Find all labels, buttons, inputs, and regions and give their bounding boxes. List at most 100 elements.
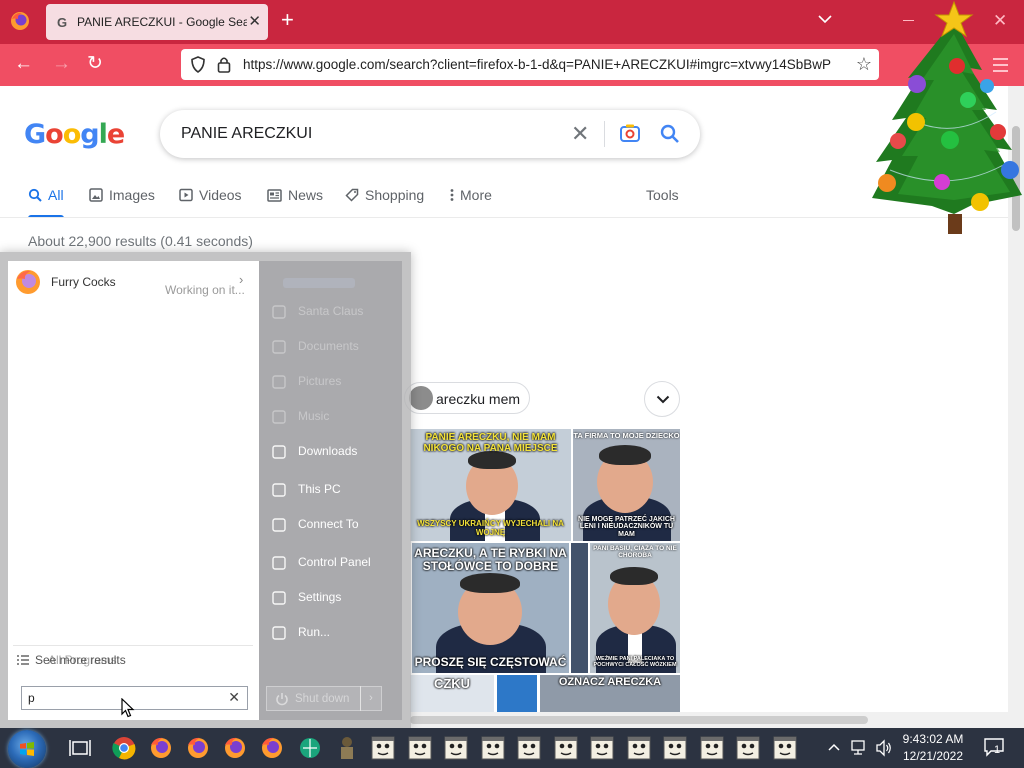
app-character-icon[interactable]	[369, 734, 397, 762]
image-result[interactable]: PANIE ARECZKU, NIE MAM NIKOGO NA PANA MI…	[410, 429, 571, 541]
image-result-strip[interactable]	[571, 543, 588, 673]
clock-date[interactable]: 12/21/2022	[898, 749, 968, 763]
new-tab-button[interactable]: +	[281, 9, 294, 31]
tab-news[interactable]: News	[267, 186, 323, 204]
chrome-icon[interactable]	[110, 734, 138, 762]
firefox-logo-icon[interactable]	[9, 10, 31, 32]
more-vert-icon	[450, 189, 454, 201]
camera-search-icon[interactable]	[619, 123, 641, 143]
task-view-icon[interactable]	[66, 734, 94, 762]
start-link-run[interactable]: Run...	[268, 620, 398, 646]
app-character-icon[interactable]	[442, 734, 470, 762]
start-link-settings[interactable]: Settings	[268, 585, 398, 611]
network-icon[interactable]	[851, 740, 869, 756]
app-character-icon[interactable]	[406, 734, 434, 762]
app-figure-icon[interactable]	[333, 734, 361, 762]
shutdown-button[interactable]: Shut down	[266, 686, 361, 711]
clear-search-icon[interactable]: ✕	[571, 121, 589, 147]
firefox-taskbar-icon[interactable]	[221, 734, 249, 762]
app-character-icon[interactable]	[698, 734, 726, 762]
image-result[interactable]	[497, 675, 537, 712]
downloads-icon	[272, 445, 286, 459]
notification-count: 1	[994, 744, 1001, 756]
meme-top-caption: OZNACZ ARECZKA	[558, 676, 662, 688]
app-character-icon[interactable]	[734, 734, 762, 762]
program-item[interactable]: Furry Cocks Working on it... ›	[13, 267, 254, 297]
result-stats: About 22,900 results (0.41 seconds)	[28, 233, 253, 249]
lock-icon[interactable]	[217, 56, 231, 73]
volume-icon[interactable]	[875, 739, 893, 757]
meme-bottom-caption: NIE MOGĘ PATRZEĆ JAKICH LENI I NIEUDACZN…	[578, 515, 675, 538]
start-link-downloads[interactable]: Downloads	[268, 439, 398, 465]
app-character-icon[interactable]	[588, 734, 616, 762]
meme-top-caption: ARECZKU, A TE RYBKI NA STOŁÓWCE TO DOBRE	[414, 546, 567, 573]
app-character-icon[interactable]	[625, 734, 653, 762]
app-character-icon[interactable]	[771, 734, 799, 762]
see-more-results-link[interactable]: All Programs See more results	[13, 652, 253, 668]
shutdown-options-arrow[interactable]: ›	[360, 686, 382, 711]
app-character-icon[interactable]	[515, 734, 543, 762]
start-link-connect-to[interactable]: Connect To	[268, 512, 398, 538]
start-menu-places-pane: Santa Claus Documents Pictures Music Downloa…	[259, 261, 402, 720]
search-input[interactable]: PANIE ARECZKUI	[181, 125, 312, 143]
show-hidden-icons-chevron-icon[interactable]	[828, 743, 840, 751]
app-character-icon[interactable]	[552, 734, 580, 762]
start-link-pictures[interactable]: Pictures	[268, 369, 398, 395]
google-logo-letter: o	[45, 119, 64, 150]
address-bar[interactable]: https://www.google.com/search?client=fir…	[181, 49, 879, 80]
tracking-shield-icon[interactable]	[190, 56, 206, 73]
firefox-taskbar-icon[interactable]	[147, 734, 175, 762]
tab-videos[interactable]: Videos	[179, 186, 242, 204]
app-character-icon[interactable]	[661, 734, 689, 762]
image-result[interactable]: OZNACZ ARECZKA	[540, 675, 680, 712]
tab-all[interactable]: All	[28, 186, 64, 218]
horizontal-scrollbar[interactable]	[410, 712, 1024, 728]
firefox-taskbar-icon[interactable]	[184, 734, 212, 762]
url-text[interactable]: https://www.google.com/search?client=fir…	[243, 57, 843, 72]
app-character-icon[interactable]	[479, 734, 507, 762]
start-link-label: Control Panel	[298, 555, 371, 569]
start-link-documents[interactable]: Documents	[268, 334, 398, 360]
start-button[interactable]	[8, 730, 46, 768]
search-icon[interactable]	[659, 123, 681, 145]
firefox-taskbar-icon[interactable]	[258, 734, 286, 762]
tab-images[interactable]: Images	[89, 186, 155, 204]
start-link-control-panel[interactable]: Control Panel	[268, 550, 398, 576]
start-link-santa-claus[interactable]: Santa Claus	[268, 299, 398, 325]
image-result[interactable]: ARECZKU, A TE RYBKI NA STOŁÓWCE TO DOBRE…	[412, 543, 569, 673]
back-arrow-icon[interactable]: ←	[14, 54, 33, 74]
image-result[interactable]: CZKU	[410, 675, 494, 712]
tab-videos-label: Videos	[199, 187, 242, 203]
power-icon	[276, 693, 288, 706]
search-divider	[604, 121, 605, 147]
start-link-music[interactable]: Music	[268, 404, 398, 430]
google-logo-letter: o	[62, 119, 82, 150]
start-link-this-pc[interactable]: This PC	[268, 477, 398, 503]
reload-icon[interactable]: ↻	[87, 54, 103, 74]
start-search-value[interactable]: p	[28, 691, 35, 705]
forward-arrow-icon[interactable]: →	[52, 54, 71, 74]
meme-top-caption: TA FIRMA TO MOJE DZIECKO	[573, 431, 680, 440]
start-link-label: Santa Claus	[298, 304, 364, 318]
clear-search-icon[interactable]: ✕	[228, 689, 240, 706]
list-tabs-chevron-icon[interactable]	[817, 14, 833, 24]
expand-chips-button[interactable]	[644, 381, 680, 417]
tools-button[interactable]: Tools	[646, 186, 679, 204]
music-icon	[272, 410, 286, 424]
tab-active[interactable]: G PANIE ARECZKUI - Google Search ✕	[46, 4, 268, 40]
tab-more[interactable]: More	[450, 186, 492, 204]
meme-top-caption: PANIE ARECZKU, NIE MAM NIKOGO NA PANA MI…	[423, 432, 558, 454]
chevron-right-icon[interactable]: ›	[239, 272, 243, 287]
scroll-thumb[interactable]	[410, 716, 868, 724]
app-globe-icon[interactable]	[296, 734, 324, 762]
tab-close-icon[interactable]: ✕	[248, 12, 261, 30]
image-result[interactable]: TA FIRMA TO MOJE DZIECKO NIE MOGĘ PATRZE…	[573, 429, 680, 541]
news-icon	[267, 188, 282, 202]
list-icon	[17, 655, 29, 665]
clock-time[interactable]: 9:43:02 AM	[898, 732, 968, 746]
tab-shopping[interactable]: Shopping	[345, 186, 424, 204]
related-search-chip[interactable]: areczku mem	[404, 382, 530, 414]
google-logo[interactable]: Google	[24, 119, 125, 150]
search-box[interactable]: PANIE ARECZKUI ✕	[160, 110, 700, 158]
image-result[interactable]: PANI BASIU, CIĄŻA TO NIE CHOROBA WEŹMIE …	[590, 543, 680, 673]
